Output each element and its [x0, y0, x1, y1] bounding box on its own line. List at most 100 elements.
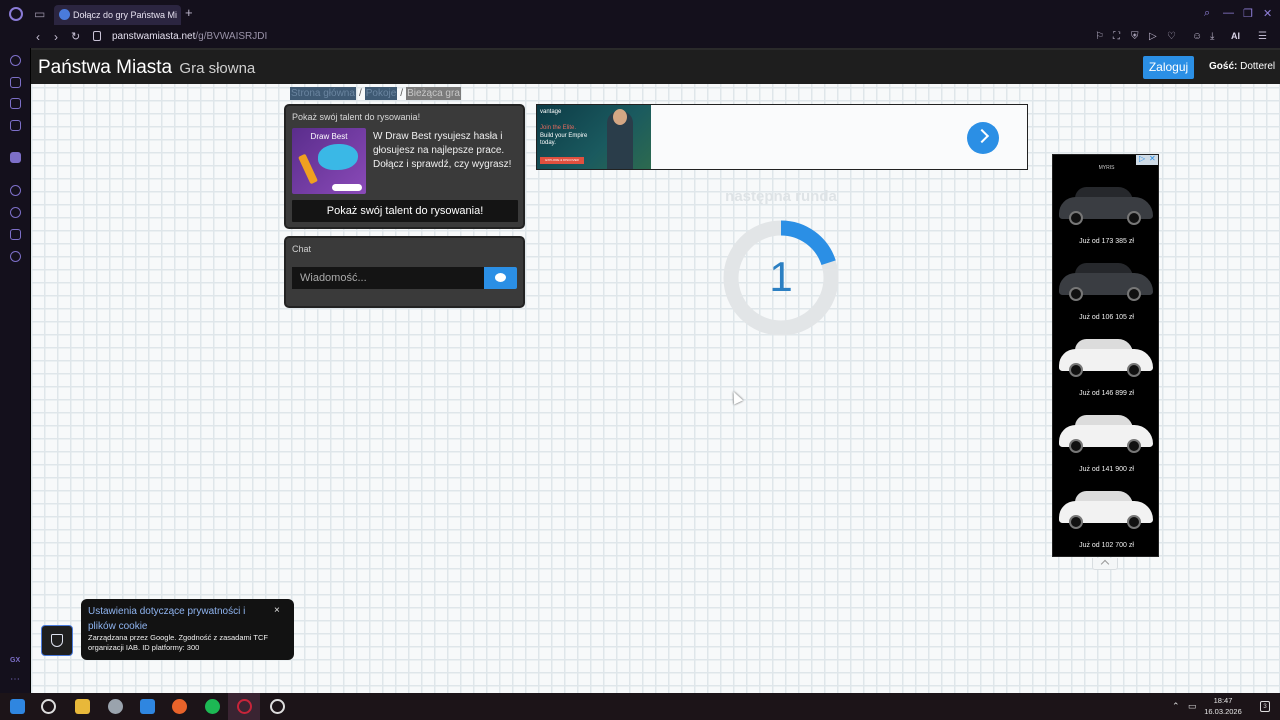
chevron-right-icon — [974, 128, 990, 144]
tray-network-icon[interactable]: ▭ — [1188, 701, 1197, 712]
sidebar-discord-icon[interactable] — [10, 98, 21, 109]
forward-icon[interactable]: › — [54, 30, 58, 44]
calculator-icon[interactable] — [140, 699, 155, 714]
shield-adblock-icon[interactable]: ⛨ — [1131, 31, 1139, 42]
sidebar-player-icon[interactable] — [10, 185, 21, 196]
car-ad-item[interactable] — [1057, 259, 1155, 301]
aria-ai-button[interactable]: AI — [1231, 31, 1240, 41]
spotify-icon[interactable] — [205, 699, 220, 714]
ad-choices[interactable]: ▷ ✕ — [1136, 154, 1158, 165]
sidebar-history-icon[interactable] — [10, 207, 21, 218]
menu-icon[interactable]: ☰ — [1258, 31, 1267, 42]
car-ad-item[interactable] — [1057, 487, 1155, 529]
skyscraper-ad[interactable]: ▷ ✕ MYRIS Już od 173 385 zł Już od 106 10… — [1052, 154, 1159, 557]
chevron-up-icon — [1100, 559, 1110, 569]
site-favicon-icon — [59, 9, 70, 20]
ad-close-icon[interactable]: ✕ — [1149, 154, 1156, 163]
breadcrumb-current: Bieżąca gra — [406, 87, 461, 100]
reload-icon[interactable]: ↻ — [71, 30, 80, 43]
lock-icon[interactable] — [93, 31, 101, 41]
sidebar-speed-icon[interactable] — [10, 55, 21, 66]
speech-bubble-icon — [495, 273, 506, 282]
sidebar-more-icon[interactable]: ⋯ — [10, 674, 20, 685]
sidebar-settings-icon[interactable] — [10, 251, 21, 262]
address-bar: ‹ › ↻ panstwamiasta.net/g/BVWAISRJDI ⚐ ⛶… — [0, 28, 1280, 48]
guest-name: Dotterel — [1240, 61, 1276, 72]
car-ad-item[interactable] — [1057, 335, 1155, 377]
privacy-popup: Ustawienia dotyczące prywatności i plikó… — [81, 599, 294, 660]
privacy-settings-button[interactable] — [41, 625, 73, 656]
privacy-title[interactable]: Ustawienia dotyczące prywatności i plikó… — [88, 604, 258, 634]
close-window-icon[interactable]: ✕ — [1263, 7, 1272, 20]
shield-icon — [51, 634, 63, 647]
new-tab-button[interactable]: + — [185, 5, 193, 20]
car-ad-item[interactable] — [1057, 411, 1155, 453]
banner-ad[interactable]: vantage Join the Elite. Build your Empir… — [536, 104, 1028, 170]
sidebar-messenger-icon[interactable] — [10, 120, 21, 131]
taskbar-clock[interactable]: 18:47 16.03.2026 — [1200, 695, 1246, 717]
browser-tab[interactable]: Dołącz do gry Państwa Mi — [54, 5, 181, 25]
notification-icon[interactable]: 3 — [1260, 701, 1270, 712]
tab-title: Dołącz do gry Państwa Mi — [73, 10, 178, 20]
login-button[interactable]: Zaloguj — [1143, 56, 1194, 79]
sidebar-extensions-icon[interactable] — [10, 229, 21, 240]
guest-info: Gość: Dotterel — [1209, 61, 1276, 72]
car-price-label: Już od 146 899 zł — [1079, 390, 1134, 397]
breadcrumb-home[interactable]: Strona główna — [290, 87, 356, 100]
car-price-label: Już od 141 900 zł — [1079, 466, 1134, 473]
download-icon[interactable]: ⤓ — [1210, 31, 1214, 42]
ad-info-icon[interactable]: ▷ — [1139, 154, 1145, 163]
mouse-cursor-icon — [728, 389, 744, 405]
clock-app-icon[interactable] — [270, 699, 285, 714]
ad-collapse-button[interactable] — [1092, 558, 1118, 570]
app-icon[interactable] — [108, 699, 123, 714]
url-field[interactable]: panstwamiasta.net/g/BVWAISRJDI — [112, 31, 267, 42]
heart-icon[interactable]: ♡ — [1167, 31, 1176, 42]
promo-button[interactable]: Pokaż swój talent do rysowania! — [292, 200, 518, 222]
back-icon[interactable]: ‹ — [36, 30, 40, 44]
opera-logo-icon[interactable] — [9, 7, 23, 21]
search-tabs-icon[interactable]: ⌕ — [1204, 7, 1210, 20]
player-icon[interactable]: ▷ — [1149, 31, 1157, 42]
privacy-text: Zarządzana przez Google. Zgodność z zasa… — [88, 633, 268, 652]
snapshot-icon[interactable]: ⛶ — [1113, 31, 1120, 42]
search-icon[interactable] — [41, 699, 56, 714]
banner-next-button[interactable] — [967, 122, 999, 154]
promo-card: Pokaż swój talent do rysowania! Draw Bes… — [284, 104, 525, 229]
windows-start-icon[interactable] — [10, 699, 25, 714]
file-explorer-icon[interactable] — [75, 699, 90, 714]
chat-message-input[interactable] — [292, 267, 484, 289]
car-price-label: Już od 106 105 zł — [1079, 314, 1134, 321]
browser-tabbar: ▭ Dołącz do gry Państwa Mi + ⌕ — ❐ ✕ — [0, 0, 1280, 28]
next-round-label: następna runda — [725, 188, 837, 205]
profile-icon[interactable]: ☺ — [1192, 31, 1202, 42]
site-header: Państwa Miasta Gra słowna Zaloguj Gość: … — [31, 48, 1280, 84]
restore-icon[interactable]: ❐ — [1243, 7, 1253, 20]
tab-islands-icon[interactable]: ▭ — [34, 7, 45, 21]
sidebar-gx-control-icon[interactable] — [10, 77, 21, 88]
opera-gx-icon[interactable] — [237, 699, 252, 714]
chat-card: Chat — [284, 236, 525, 308]
draw-best-image[interactable]: Draw Best — [292, 128, 366, 194]
site-title[interactable]: Państwa Miasta Gra słowna — [38, 57, 255, 79]
car-price-label: Już od 173 385 zł — [1079, 238, 1134, 245]
privacy-close-button[interactable]: × — [274, 605, 280, 616]
countdown-number: 1 — [769, 253, 793, 300]
sidebar-gx-icon[interactable]: GX — [10, 657, 20, 664]
car-price-label: Już od 102 700 zł — [1079, 542, 1134, 549]
banner-ad-image[interactable]: vantage Join the Elite. Build your Empir… — [537, 105, 651, 169]
chat-send-button[interactable] — [484, 267, 517, 289]
promo-title: Pokaż swój talent do rysowania! — [292, 112, 421, 122]
chat-title: Chat — [292, 244, 312, 254]
car-ad-item[interactable] — [1057, 183, 1155, 225]
minimize-icon[interactable]: — — [1223, 7, 1234, 19]
breadcrumb: Strona główna / Pokoje / Bieżąca gra — [290, 87, 461, 100]
browser-sidebar: GX ⋯ — [0, 48, 30, 693]
sidebar-twitch-icon[interactable] — [10, 152, 21, 163]
bookmark-icon[interactable]: ⚐ — [1095, 31, 1104, 42]
breadcrumb-rooms[interactable]: Pokoje — [364, 87, 398, 100]
taskbar: ⌃ ▭ 18:47 16.03.2026 3 — [0, 693, 1280, 720]
firefox-icon[interactable] — [172, 699, 187, 714]
tray-chevron-icon[interactable]: ⌃ — [1172, 701, 1180, 712]
page-viewport: Państwa Miasta Gra słowna Zaloguj Gość: … — [30, 48, 1280, 693]
